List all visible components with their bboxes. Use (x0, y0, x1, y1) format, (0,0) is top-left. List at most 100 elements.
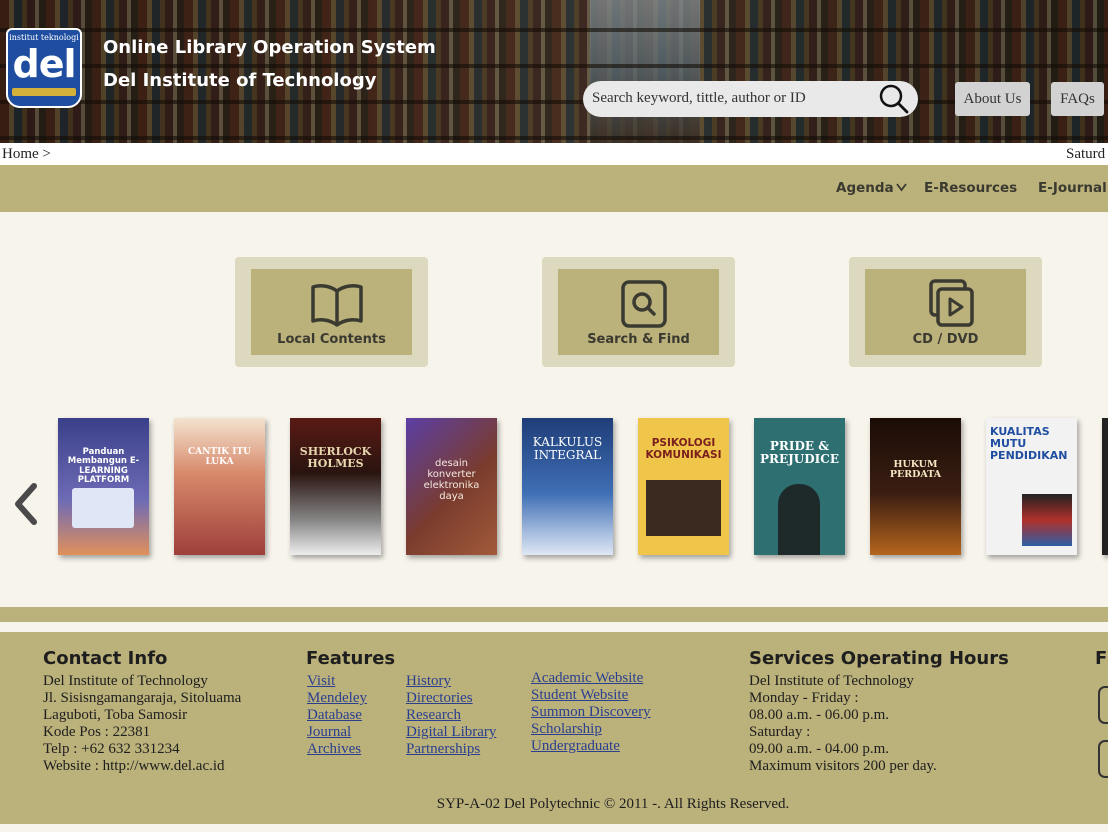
quick-link-search-find[interactable]: Search & Find (542, 257, 735, 367)
nav-item-e-journal[interactable]: E-Journal (1038, 180, 1107, 196)
footer-link-visit[interactable]: Visit (307, 673, 367, 690)
open-book-icon (311, 284, 363, 327)
contact-line: Telp : +62 632 331234 (43, 741, 180, 757)
del-logo[interactable]: institut teknologi del (6, 28, 82, 108)
media-play-icon (929, 279, 974, 327)
book-title: KALKULUS INTEGRAL (532, 435, 603, 463)
book-title: KUALITAS MUTU PENDIDIKAN (990, 425, 1068, 463)
contact-line: Del Institute of Technology (43, 673, 208, 689)
hours-line: Del Institute of Technology (749, 673, 914, 689)
book-cover[interactable]: KALKULUS INTEGRAL (522, 418, 613, 555)
footer-link-partnerships[interactable]: Partnerships (406, 741, 496, 758)
nav-item-e-resources[interactable]: E-Resources (924, 180, 1017, 196)
hours-heading: Services Operating Hours (749, 648, 1009, 669)
contact-line: Laguboti, Toba Samosir (43, 707, 188, 723)
book-cover[interactable]: Panduan Membangun E-LEARNING PLATFORM (58, 418, 149, 555)
chevron-down-icon (895, 183, 907, 192)
logo-ribbon (12, 88, 76, 96)
breadcrumb-home[interactable]: Home > (2, 146, 51, 163)
quick-link-cd-dvd[interactable]: CD / DVD (849, 257, 1042, 367)
quick-link-local-contents[interactable]: Local Contents (235, 257, 428, 367)
book-cover-art (174, 418, 265, 555)
book-title: desain konverter elektronika daya (423, 458, 480, 502)
book-cover[interactable] (1102, 418, 1108, 555)
book-cover[interactable]: CANTIK ITU LUKA (174, 418, 265, 555)
book-illustration (72, 488, 134, 528)
social-icon[interactable] (1098, 740, 1108, 778)
book-cover[interactable]: SHERLOCK HOLMES (290, 418, 381, 555)
main-nav: Agenda E-Resources E-Journal (0, 165, 1108, 212)
contact-info: Del Institute of Technology Jl. Sisisnga… (43, 673, 241, 775)
social-icon[interactable] (1098, 686, 1108, 724)
site-title: Online Library Operation System (103, 37, 436, 58)
footer-link-student-website[interactable]: Student Website (531, 687, 651, 704)
contact-line: Kode Pos : 22381 (43, 724, 151, 740)
footer-link-research[interactable]: Research (406, 707, 496, 724)
book-title: SHERLOCK HOLMES (299, 445, 372, 471)
breadcrumb-bar: Home > Saturd (0, 143, 1108, 165)
hours-line: Monday - Friday : (749, 690, 859, 706)
features-links-col3: Academic Website Student Website Summon … (531, 670, 651, 755)
footer-link-digital-library[interactable]: Digital Library (406, 724, 496, 741)
contact-heading: Contact Info (43, 648, 168, 669)
footer-link-database[interactable]: Database (307, 707, 367, 724)
book-cover[interactable]: PRIDE & PREJUDICE (754, 418, 845, 555)
book-cover-art (290, 418, 381, 555)
nav-item-label: Agenda (836, 180, 894, 196)
features-links-col1: Visit Mendeley Database Journal Archives (307, 673, 367, 758)
search-icon[interactable] (878, 83, 910, 115)
book-illustration (646, 480, 721, 536)
book-cover[interactable]: desain konverter elektronika daya (406, 418, 497, 555)
quick-link-label: CD / DVD (912, 332, 979, 347)
faqs-button[interactable]: FAQs (1051, 82, 1104, 116)
footer-link-journal[interactable]: Journal (307, 724, 367, 741)
book-cover[interactable]: KUALITAS MUTU PENDIDIKAN (986, 418, 1077, 555)
footer-link-summon-discovery[interactable]: Summon Discovery (531, 704, 651, 721)
book-cover[interactable]: HUKUM PERDATA (870, 418, 961, 555)
book-title: HUKUM PERDATA (889, 459, 942, 481)
book-title: PRIDE & PREJUDICE (759, 439, 839, 467)
hours-line: Maximum visitors 200 per day. (749, 758, 937, 774)
footer-link-archives[interactable]: Archives (307, 741, 367, 758)
footer-link-academic-website[interactable]: Academic Website (531, 670, 651, 687)
search-icon (621, 280, 667, 328)
quick-link-panel: Search & Find (558, 269, 719, 355)
footer-link-mendeley[interactable]: Mendeley (307, 690, 367, 707)
copyright: SYP-A-02 Del Polytechnic © 2011 -. All R… (436, 796, 790, 812)
book-cover[interactable]: PSIKOLOGI KOMUNIKASI (638, 418, 729, 555)
book-cover-art (870, 418, 961, 555)
bottom-strip (0, 824, 1108, 832)
nav-item-agenda[interactable]: Agenda (836, 180, 907, 196)
quick-link-panel: Local Contents (251, 269, 412, 355)
footer-link-directories[interactable]: Directories (406, 690, 496, 707)
footer-link-undergraduate[interactable]: Undergraduate (531, 738, 651, 755)
header-banner: institut teknologi del Online Library Op… (0, 0, 1108, 143)
quick-link-panel: CD / DVD (865, 269, 1026, 355)
hours-line: Saturday : (749, 724, 811, 740)
footer: Contact Info Del Institute of Technology… (0, 632, 1108, 832)
book-title: PSIKOLOGI KOMUNIKASI (645, 437, 722, 461)
hours-line: 08.00 a.m. - 06.00 p.m. (749, 707, 889, 723)
footer-link-scholarship[interactable]: Scholarship (531, 721, 651, 738)
footer-link-history[interactable]: History (406, 673, 496, 690)
features-links-col2: History Directories Research Digital Lib… (406, 673, 496, 758)
contact-line: Website : http://www.del.ac.id (43, 758, 225, 774)
book-title: CANTIK ITU LUKA (188, 447, 251, 467)
current-date: Saturd (1066, 146, 1106, 162)
contact-line: Jl. Sisisngamangaraja, Sitoluama (43, 690, 242, 706)
features-heading: Features (306, 648, 396, 669)
logo-text-main: del (12, 42, 77, 86)
about-us-button[interactable]: About Us (955, 82, 1030, 116)
quick-link-label: Local Contents (277, 332, 386, 347)
book-illustration (1022, 494, 1072, 546)
follow-heading: F (1095, 648, 1108, 669)
hours-info: Del Institute of Technology Monday - Fri… (749, 673, 937, 775)
carousel-divider (0, 607, 1108, 622)
logo-text-top: institut teknologi (9, 33, 79, 42)
chevron-left-icon[interactable] (12, 482, 40, 526)
book-illustration (778, 484, 820, 555)
site-subtitle: Del Institute of Technology (103, 70, 377, 91)
search-input[interactable]: Search keyword, tittle, author or ID (583, 81, 918, 117)
quick-link-label: Search & Find (587, 332, 690, 347)
book-title: Panduan Membangun E-LEARNING PLATFORM (67, 447, 140, 486)
